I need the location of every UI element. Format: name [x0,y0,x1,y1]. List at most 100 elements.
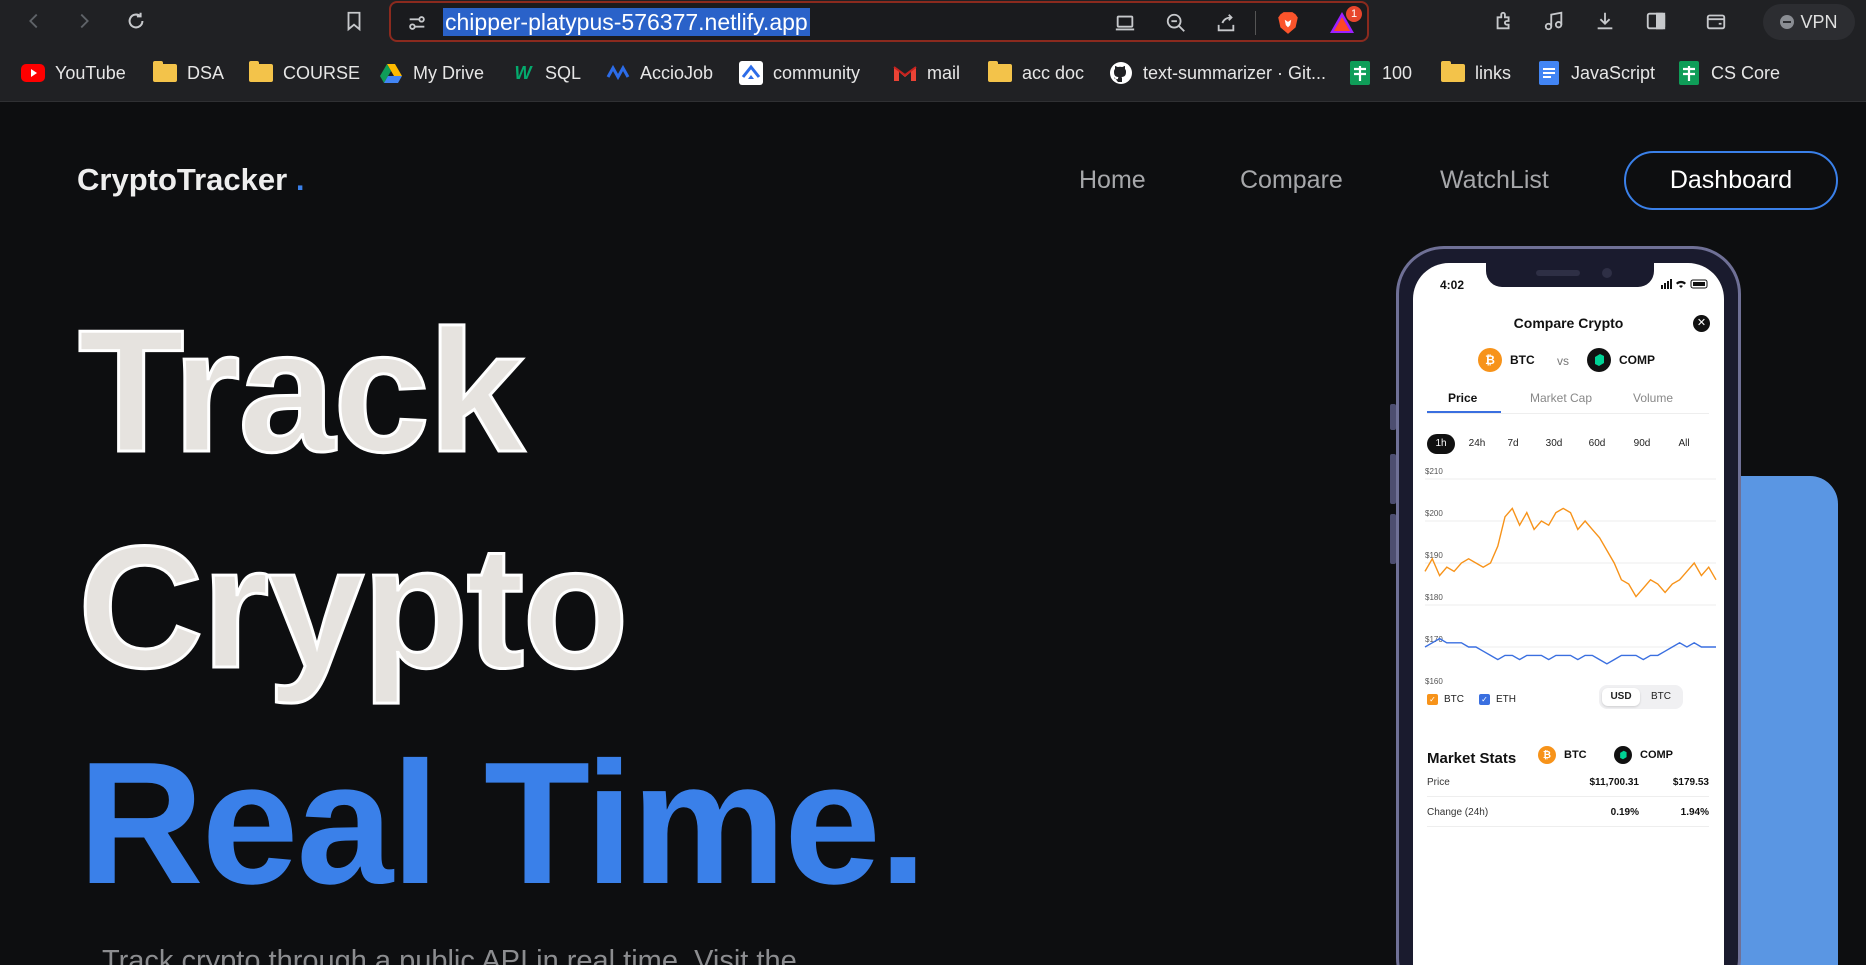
bookmark-text-summarizer[interactable]: text-summarizer · Git... [1109,60,1326,86]
stats-coin-a: ₿ BTC [1538,746,1587,764]
close-icon[interactable]: ✕ [1693,315,1710,332]
bookmark-label: CS Core [1711,62,1781,83]
vs-label: vs [1557,354,1569,368]
checkbox-icon: ✓ [1427,694,1438,705]
forward-icon[interactable] [71,8,97,34]
bookmark-label: My Drive [413,62,484,83]
nav-watchlist[interactable]: WatchList [1440,166,1549,195]
bookmark-javascript[interactable]: JavaScript [1537,60,1655,86]
back-icon[interactable] [21,8,47,34]
coin-b-selector[interactable]: COMP [1587,347,1655,373]
bookmark-cs-core[interactable]: CS Core [1677,60,1780,86]
bookmark-course[interactable]: COURSE [249,60,360,86]
bookmark-label: SQL [545,62,582,83]
bookmark-label: JavaScript [1571,62,1656,83]
bookmark-my-drive[interactable]: My Drive [379,60,484,86]
series-line-btc [1424,507,1717,598]
series-line-eth [1424,637,1716,665]
cast-icon[interactable] [1113,11,1137,35]
price-chart: $210$200$190$180$170$160 [1424,467,1717,686]
sidebar-icon[interactable] [1644,9,1668,33]
toggle-btc[interactable]: BTC [1642,688,1680,706]
dashboard-button[interactable]: Dashboard [1624,151,1838,210]
range-60d[interactable]: 60d [1583,434,1611,454]
webpage: CryptoTracker . Home Compare WatchList D… [0,102,1866,965]
range-1h[interactable]: 1h [1427,434,1455,454]
bookmark-label: links [1475,62,1512,83]
legend-label: BTC [1444,694,1464,705]
bookmark-100[interactable]: 100 [1348,60,1412,86]
nav-compare[interactable]: Compare [1240,166,1343,195]
google-docs-icon [1537,61,1561,85]
site-settings-icon[interactable] [405,11,429,35]
bookmark-icon[interactable] [341,8,367,34]
extensions-icon[interactable] [1492,9,1516,33]
address-bar[interactable]: chipper-platypus-576377.netlify.app 1 [389,1,1369,42]
reload-icon[interactable] [123,8,149,34]
media-icon[interactable] [1542,9,1566,33]
bookmark-label: DSA [187,62,225,83]
tab-volume[interactable]: Volume [1633,391,1673,405]
stats-value-b: $179.53 [1672,777,1709,788]
vpn-button[interactable]: VPN [1763,4,1855,40]
bookmark-dsa[interactable]: DSA [153,60,224,86]
status-icons [1661,279,1708,289]
coin-b-label: COMP [1619,353,1655,367]
vpn-status-icon [1780,15,1795,29]
bookmark-acciojob[interactable]: AccioJob [606,60,713,86]
wallet-icon[interactable] [1704,9,1728,33]
range-7d[interactable]: 7d [1501,434,1525,454]
bookmark-label: text-summarizer · Git... [1143,62,1327,83]
hero-subtitle: Track crypto through a public API in rea… [102,945,797,965]
stats-coin-b-label: COMP [1640,749,1673,761]
share-icon[interactable] [1214,11,1238,35]
phone-notch [1486,263,1654,287]
logo-dot: . [295,162,305,197]
stats-row-change: Change (24h) 0.19% 1.94% [1427,801,1709,827]
bitcoin-icon: ₿ [1538,746,1556,764]
checkbox-icon: ✓ [1479,694,1490,705]
y-tick-label: $190 [1425,551,1443,560]
google-sheets-icon [1677,61,1701,85]
bookmark-youtube[interactable]: YouTube [21,60,126,86]
compound-icon [1614,746,1632,764]
coin-a-selector[interactable]: ₿ BTC [1478,347,1535,373]
bookmark-label: 100 [1382,62,1413,83]
brave-shield-icon[interactable] [1275,10,1301,36]
bookmark-community[interactable]: community [739,60,860,86]
compound-icon [1587,348,1611,372]
bookmark-label: AccioJob [640,62,714,83]
site-logo[interactable]: CryptoTracker . [77,162,304,198]
stats-label: Price [1427,777,1450,788]
hero-line-real-time: Real Time. [78,725,927,920]
y-tick-label: $180 [1425,593,1443,602]
stats-coin-a-label: BTC [1564,749,1587,761]
tab-price[interactable]: Price [1448,391,1477,405]
zoom-out-icon[interactable] [1164,11,1188,35]
range-30d[interactable]: 30d [1540,434,1568,454]
divider [1255,11,1256,35]
folder-icon [1441,61,1465,83]
url-text[interactable]: chipper-platypus-576377.netlify.app [443,8,810,36]
legend-btc[interactable]: ✓ BTC [1427,694,1464,705]
w3schools-icon: W [514,62,532,83]
y-tick-label: $200 [1425,509,1443,518]
legend-eth[interactable]: ✓ ETH [1479,694,1516,705]
download-icon[interactable] [1593,9,1617,33]
nav-home[interactable]: Home [1079,166,1146,195]
y-tick-label: $160 [1425,677,1443,686]
stats-coin-b: COMP [1614,746,1673,764]
bookmark-links[interactable]: links [1441,60,1511,86]
range-24h[interactable]: 24h [1463,434,1491,454]
phone-screen: 4:02 Compare Crypto ✕ ₿ BTC vs COMP Pric… [1413,263,1724,965]
tab-market-cap[interactable]: Market Cap [1530,391,1592,405]
range-90d[interactable]: 90d [1628,434,1656,454]
bookmark-acc-doc[interactable]: acc doc [988,60,1084,86]
toggle-usd[interactable]: USD [1602,688,1640,706]
bookmark-mail[interactable]: mail [893,60,960,86]
folder-icon [153,61,177,83]
browser-toolbar: chipper-platypus-576377.netlify.app 1 VP… [0,0,1866,43]
bookmark-sql[interactable]: W SQL [511,60,582,86]
hero-line-track: Track [77,293,527,488]
range-all[interactable]: All [1672,434,1696,454]
